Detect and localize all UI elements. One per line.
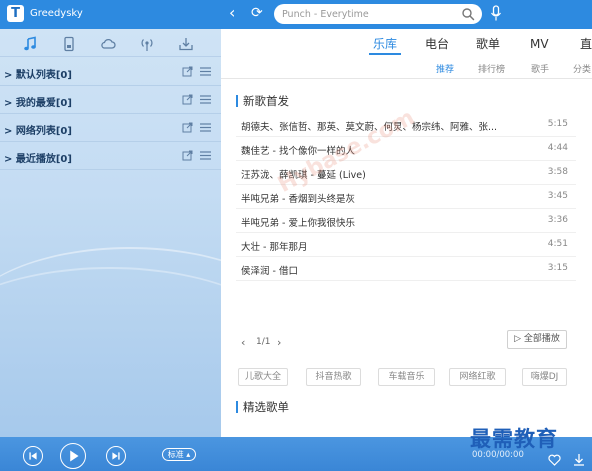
microphone-icon[interactable] xyxy=(490,5,502,22)
next-icon xyxy=(112,452,120,460)
tag-button[interactable]: 嗨爆DJ xyxy=(522,368,567,386)
next-track-button[interactable] xyxy=(106,446,126,466)
tag-button[interactable]: 车载音乐 xyxy=(378,368,435,386)
song-duration: 3:58 xyxy=(547,167,568,177)
playlist-row-default[interactable]: > 默认列表[0] xyxy=(0,58,221,86)
download-tray-icon[interactable] xyxy=(178,36,194,52)
featured-playlists-title: 精选歌单 xyxy=(236,401,289,413)
tab-live[interactable]: 直 xyxy=(580,35,592,55)
tag-button[interactable]: 儿歌大全 xyxy=(238,368,288,386)
song-title: 胡德夫、张信哲、那英、莫文蔚、何炅、杨宗纬、阿雅、张... xyxy=(241,122,498,133)
tag-button[interactable]: 网络红歌 xyxy=(449,368,506,386)
refresh-icon[interactable]: ⟳ xyxy=(251,4,263,22)
song-title: 汪苏泷、薛凯琪 - 蔓延 (Live) xyxy=(241,170,366,181)
previous-icon xyxy=(29,452,37,460)
playlist-row-recent[interactable]: > 最近播放[0] xyxy=(0,142,221,170)
play-all-button[interactable]: ▷ 全部播放 xyxy=(507,330,567,349)
share-icon[interactable] xyxy=(182,150,193,161)
song-row[interactable]: 魏佳艺 - 找个像你一样的人 4:44 xyxy=(236,137,576,161)
song-title: 半吨兄弟 - 香烟到头终是灰 xyxy=(241,194,355,205)
search-icon[interactable] xyxy=(461,7,475,21)
title-bar: T Greedysky ‹ ⟳ xyxy=(0,0,592,29)
playlist-row-favorites[interactable]: > 我的最爱[0] xyxy=(0,86,221,114)
song-row[interactable]: 胡德夫、张信哲、那英、莫文蔚、何炅、杨宗纬、阿雅、张... 5:15 xyxy=(236,113,576,137)
search-input[interactable] xyxy=(282,6,452,22)
subtab-charts[interactable]: 排行榜 xyxy=(478,62,505,75)
subtab-recommend[interactable]: 推荐 xyxy=(436,62,454,75)
song-duration: 5:15 xyxy=(547,119,568,129)
radio-icon[interactable] xyxy=(139,36,155,52)
menu-icon[interactable] xyxy=(200,123,211,132)
song-title: 侯泽润 - 借口 xyxy=(241,266,298,277)
song-title: 魏佳艺 - 找个像你一样的人 xyxy=(241,146,355,157)
tab-music-library[interactable]: 乐库 xyxy=(369,35,402,55)
sidebar: > 默认列表[0] > 我的最爱[0] > 网络列表[0] > 最近播放[0] xyxy=(0,29,221,437)
device-icon[interactable] xyxy=(61,36,77,52)
music-note-icon[interactable] xyxy=(22,36,38,52)
share-icon[interactable] xyxy=(182,122,193,133)
song-title: 半吨兄弟 - 爱上你我很快乐 xyxy=(241,218,355,229)
tab-mv[interactable]: MV xyxy=(530,35,549,55)
song-row[interactable]: 半吨兄弟 - 爱上你我很快乐 3:36 xyxy=(236,209,576,233)
download-icon[interactable] xyxy=(573,453,585,466)
cloud-icon[interactable] xyxy=(100,36,116,52)
category-tabs: 乐库 电台 歌单 MV 直 xyxy=(221,29,592,57)
new-songs-title: 新歌首发 xyxy=(236,95,289,107)
subtab-categories[interactable]: 分类 xyxy=(573,62,591,75)
share-icon[interactable] xyxy=(182,94,193,105)
brand-watermark: 最需教育 xyxy=(470,426,558,451)
menu-icon[interactable] xyxy=(200,67,211,76)
pager-prev-button[interactable]: ‹ xyxy=(241,336,245,349)
song-row[interactable]: 汪苏泷、薛凯琪 - 蔓延 (Live) 3:58 xyxy=(236,161,576,185)
song-row[interactable]: 侯泽润 - 借口 3:15 xyxy=(236,257,576,281)
decorative-wave xyxy=(0,267,221,437)
app-name: Greedysky xyxy=(30,8,83,19)
play-button[interactable] xyxy=(60,443,86,469)
pager-text: 1/1 xyxy=(256,337,271,347)
song-duration: 4:51 xyxy=(547,239,568,249)
playlist-label: > 默认列表[0] xyxy=(4,70,72,81)
song-duration: 4:44 xyxy=(547,143,568,153)
app-logo: T xyxy=(7,5,24,22)
tag-button[interactable]: 抖音热歌 xyxy=(306,368,361,386)
playlist-row-network[interactable]: > 网络列表[0] xyxy=(0,114,221,142)
menu-icon[interactable] xyxy=(200,151,211,160)
previous-track-button[interactable] xyxy=(23,446,43,466)
main-content: 乐库 电台 歌单 MV 直 推荐 排行榜 歌手 分类 新歌首发 胡德夫、张信哲、… xyxy=(221,29,592,437)
subtab-artists[interactable]: 歌手 xyxy=(531,62,549,75)
play-icon xyxy=(70,450,79,462)
song-row[interactable]: 大壮 - 那年那月 4:51 xyxy=(236,233,576,257)
song-duration: 3:36 xyxy=(547,215,568,225)
tab-radio[interactable]: 电台 xyxy=(425,35,449,55)
search-box xyxy=(274,4,482,24)
back-arrow-icon[interactable]: ‹ xyxy=(229,4,235,22)
song-duration: 3:15 xyxy=(547,263,568,273)
heart-icon[interactable] xyxy=(548,454,561,466)
share-icon[interactable] xyxy=(182,66,193,77)
song-row[interactable]: 半吨兄弟 - 香烟到头终是灰 3:45 xyxy=(236,185,576,209)
playlist-label: > 我的最爱[0] xyxy=(4,98,72,109)
tab-playlists[interactable]: 歌单 xyxy=(476,35,500,55)
sidebar-tabs xyxy=(0,29,221,57)
playlist-label: > 最近播放[0] xyxy=(4,154,72,165)
sub-tabs: 推荐 排行榜 歌手 分类 xyxy=(221,57,592,79)
song-duration: 3:45 xyxy=(547,191,568,201)
menu-icon[interactable] xyxy=(200,95,211,104)
song-title: 大壮 - 那年那月 xyxy=(241,242,308,253)
playlist-label: > 网络列表[0] xyxy=(4,126,72,137)
pager-next-button[interactable]: › xyxy=(277,336,281,349)
play-mode-button[interactable]: 标准 ▴ xyxy=(162,448,196,461)
